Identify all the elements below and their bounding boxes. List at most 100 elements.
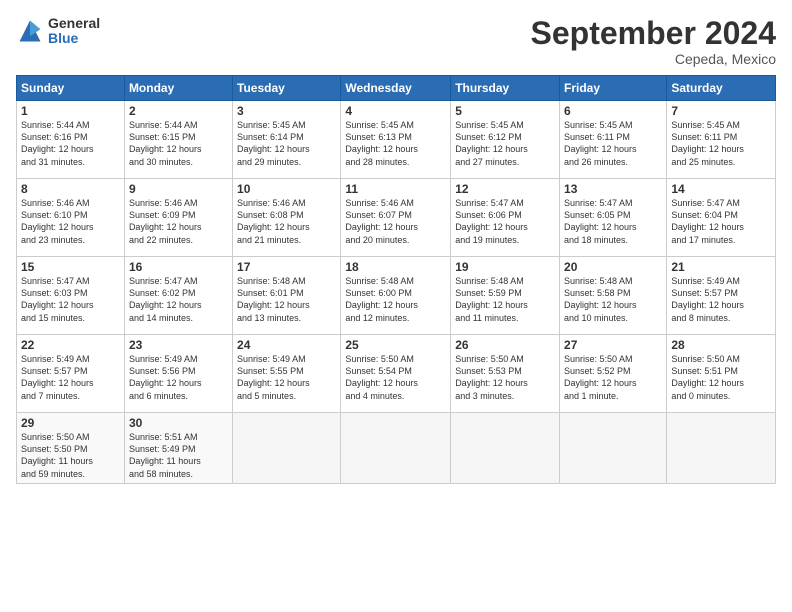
day-info: Sunrise: 5:49 AM Sunset: 5:55 PM Dayligh… — [237, 353, 336, 402]
calendar-cell: 5Sunrise: 5:45 AM Sunset: 6:12 PM Daylig… — [451, 101, 560, 179]
day-number: 10 — [237, 182, 336, 196]
day-number: 26 — [455, 338, 555, 352]
calendar-cell: 12Sunrise: 5:47 AM Sunset: 6:06 PM Dayli… — [451, 179, 560, 257]
day-info: Sunrise: 5:47 AM Sunset: 6:03 PM Dayligh… — [21, 275, 120, 324]
day-number: 5 — [455, 104, 555, 118]
location: Cepeda, Mexico — [531, 51, 776, 67]
calendar-cell — [560, 413, 667, 484]
day-info: Sunrise: 5:46 AM Sunset: 6:09 PM Dayligh… — [129, 197, 228, 246]
calendar-table: SundayMondayTuesdayWednesdayThursdayFrid… — [16, 75, 776, 484]
day-number: 20 — [564, 260, 662, 274]
day-info: Sunrise: 5:47 AM Sunset: 6:05 PM Dayligh… — [564, 197, 662, 246]
day-info: Sunrise: 5:47 AM Sunset: 6:04 PM Dayligh… — [671, 197, 771, 246]
day-info: Sunrise: 5:47 AM Sunset: 6:02 PM Dayligh… — [129, 275, 228, 324]
calendar-cell — [451, 413, 560, 484]
calendar-cell: 29Sunrise: 5:50 AM Sunset: 5:50 PM Dayli… — [17, 413, 125, 484]
calendar-week-row: 1Sunrise: 5:44 AM Sunset: 6:16 PM Daylig… — [17, 101, 776, 179]
calendar-cell: 21Sunrise: 5:49 AM Sunset: 5:57 PM Dayli… — [667, 257, 776, 335]
calendar-header-wednesday: Wednesday — [341, 76, 451, 101]
calendar-header-thursday: Thursday — [451, 76, 560, 101]
calendar-cell: 20Sunrise: 5:48 AM Sunset: 5:58 PM Dayli… — [560, 257, 667, 335]
calendar-cell — [233, 413, 341, 484]
day-info: Sunrise: 5:50 AM Sunset: 5:51 PM Dayligh… — [671, 353, 771, 402]
day-info: Sunrise: 5:49 AM Sunset: 5:57 PM Dayligh… — [21, 353, 120, 402]
day-info: Sunrise: 5:50 AM Sunset: 5:53 PM Dayligh… — [455, 353, 555, 402]
day-number: 3 — [237, 104, 336, 118]
day-number: 13 — [564, 182, 662, 196]
calendar-cell: 23Sunrise: 5:49 AM Sunset: 5:56 PM Dayli… — [124, 335, 232, 413]
calendar-week-row: 15Sunrise: 5:47 AM Sunset: 6:03 PM Dayli… — [17, 257, 776, 335]
calendar-header-sunday: Sunday — [17, 76, 125, 101]
calendar-cell: 16Sunrise: 5:47 AM Sunset: 6:02 PM Dayli… — [124, 257, 232, 335]
calendar-cell: 19Sunrise: 5:48 AM Sunset: 5:59 PM Dayli… — [451, 257, 560, 335]
day-number: 16 — [129, 260, 228, 274]
calendar-cell: 15Sunrise: 5:47 AM Sunset: 6:03 PM Dayli… — [17, 257, 125, 335]
title-section: September 2024 Cepeda, Mexico — [531, 16, 776, 67]
day-number: 14 — [671, 182, 771, 196]
day-number: 12 — [455, 182, 555, 196]
day-number: 11 — [345, 182, 446, 196]
month-title: September 2024 — [531, 16, 776, 51]
calendar-header-saturday: Saturday — [667, 76, 776, 101]
calendar-cell — [341, 413, 451, 484]
day-info: Sunrise: 5:51 AM Sunset: 5:49 PM Dayligh… — [129, 431, 228, 480]
calendar-cell: 27Sunrise: 5:50 AM Sunset: 5:52 PM Dayli… — [560, 335, 667, 413]
day-number: 4 — [345, 104, 446, 118]
day-number: 6 — [564, 104, 662, 118]
calendar-cell: 6Sunrise: 5:45 AM Sunset: 6:11 PM Daylig… — [560, 101, 667, 179]
calendar-week-row: 29Sunrise: 5:50 AM Sunset: 5:50 PM Dayli… — [17, 413, 776, 484]
calendar-cell: 7Sunrise: 5:45 AM Sunset: 6:11 PM Daylig… — [667, 101, 776, 179]
day-number: 9 — [129, 182, 228, 196]
calendar-cell: 18Sunrise: 5:48 AM Sunset: 6:00 PM Dayli… — [341, 257, 451, 335]
calendar-cell: 22Sunrise: 5:49 AM Sunset: 5:57 PM Dayli… — [17, 335, 125, 413]
logo: General Blue — [16, 16, 100, 47]
day-number: 29 — [21, 416, 120, 430]
calendar-cell: 4Sunrise: 5:45 AM Sunset: 6:13 PM Daylig… — [341, 101, 451, 179]
day-number: 22 — [21, 338, 120, 352]
calendar-cell: 24Sunrise: 5:49 AM Sunset: 5:55 PM Dayli… — [233, 335, 341, 413]
day-info: Sunrise: 5:45 AM Sunset: 6:14 PM Dayligh… — [237, 119, 336, 168]
day-number: 19 — [455, 260, 555, 274]
logo-icon — [16, 17, 44, 45]
day-number: 30 — [129, 416, 228, 430]
day-info: Sunrise: 5:50 AM Sunset: 5:50 PM Dayligh… — [21, 431, 120, 480]
calendar-cell: 3Sunrise: 5:45 AM Sunset: 6:14 PM Daylig… — [233, 101, 341, 179]
day-number: 15 — [21, 260, 120, 274]
day-info: Sunrise: 5:49 AM Sunset: 5:57 PM Dayligh… — [671, 275, 771, 324]
day-info: Sunrise: 5:45 AM Sunset: 6:11 PM Dayligh… — [671, 119, 771, 168]
calendar-cell: 9Sunrise: 5:46 AM Sunset: 6:09 PM Daylig… — [124, 179, 232, 257]
calendar-cell: 11Sunrise: 5:46 AM Sunset: 6:07 PM Dayli… — [341, 179, 451, 257]
calendar-cell: 13Sunrise: 5:47 AM Sunset: 6:05 PM Dayli… — [560, 179, 667, 257]
calendar-header-tuesday: Tuesday — [233, 76, 341, 101]
day-number: 25 — [345, 338, 446, 352]
day-info: Sunrise: 5:45 AM Sunset: 6:13 PM Dayligh… — [345, 119, 446, 168]
calendar-cell: 26Sunrise: 5:50 AM Sunset: 5:53 PM Dayli… — [451, 335, 560, 413]
day-info: Sunrise: 5:48 AM Sunset: 5:59 PM Dayligh… — [455, 275, 555, 324]
day-number: 24 — [237, 338, 336, 352]
calendar-cell: 25Sunrise: 5:50 AM Sunset: 5:54 PM Dayli… — [341, 335, 451, 413]
day-number: 1 — [21, 104, 120, 118]
day-number: 23 — [129, 338, 228, 352]
logo-general-label: General — [48, 16, 100, 31]
day-number: 28 — [671, 338, 771, 352]
day-info: Sunrise: 5:50 AM Sunset: 5:54 PM Dayligh… — [345, 353, 446, 402]
calendar-cell: 8Sunrise: 5:46 AM Sunset: 6:10 PM Daylig… — [17, 179, 125, 257]
calendar-cell: 30Sunrise: 5:51 AM Sunset: 5:49 PM Dayli… — [124, 413, 232, 484]
calendar-week-row: 8Sunrise: 5:46 AM Sunset: 6:10 PM Daylig… — [17, 179, 776, 257]
day-info: Sunrise: 5:50 AM Sunset: 5:52 PM Dayligh… — [564, 353, 662, 402]
day-info: Sunrise: 5:46 AM Sunset: 6:10 PM Dayligh… — [21, 197, 120, 246]
day-info: Sunrise: 5:49 AM Sunset: 5:56 PM Dayligh… — [129, 353, 228, 402]
page: General Blue September 2024 Cepeda, Mexi… — [0, 0, 792, 612]
day-info: Sunrise: 5:44 AM Sunset: 6:15 PM Dayligh… — [129, 119, 228, 168]
day-info: Sunrise: 5:48 AM Sunset: 6:01 PM Dayligh… — [237, 275, 336, 324]
day-info: Sunrise: 5:46 AM Sunset: 6:08 PM Dayligh… — [237, 197, 336, 246]
calendar-cell: 2Sunrise: 5:44 AM Sunset: 6:15 PM Daylig… — [124, 101, 232, 179]
day-number: 8 — [21, 182, 120, 196]
calendar-cell — [667, 413, 776, 484]
calendar-cell: 1Sunrise: 5:44 AM Sunset: 6:16 PM Daylig… — [17, 101, 125, 179]
calendar-header-row: SundayMondayTuesdayWednesdayThursdayFrid… — [17, 76, 776, 101]
day-number: 7 — [671, 104, 771, 118]
day-info: Sunrise: 5:45 AM Sunset: 6:12 PM Dayligh… — [455, 119, 555, 168]
day-number: 27 — [564, 338, 662, 352]
day-info: Sunrise: 5:48 AM Sunset: 6:00 PM Dayligh… — [345, 275, 446, 324]
